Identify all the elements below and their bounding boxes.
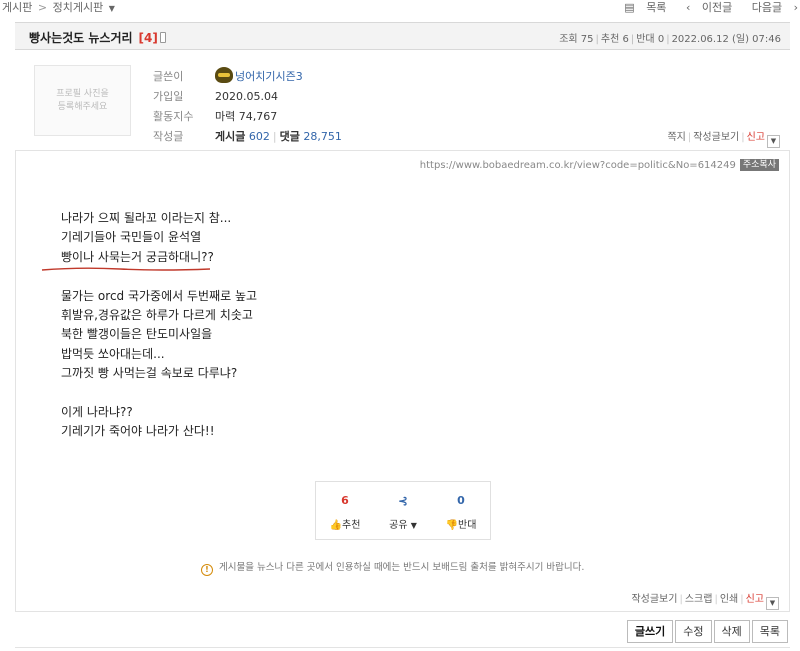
thumbs-up-icon: 👍 (329, 520, 343, 531)
message-link[interactable]: 쪽지 (667, 132, 685, 143)
post-stats: 조회 75 | 추천 6 | 반대 0 | 2022.06.12 (일) 07:46 (559, 34, 781, 45)
delete-button[interactable]: 삭제 (713, 620, 750, 643)
breadcrumb-bar: 게시판 > 정치게시판 ▼ ▤ 목록 ‹ 이전글 다음글 › (0, 0, 800, 14)
content-paragraph-1: 나라가 으찌 될라꼬 이라는지 참... 기레기들아 국민들이 윤석열 빵이나 … (61, 211, 232, 264)
chevron-right-icon: › (790, 1, 798, 14)
comment-count[interactable]: [4] (139, 31, 158, 45)
next-post-link[interactable]: 다음글 › (744, 1, 798, 14)
info-icon: ! (201, 564, 213, 576)
comments-count-link[interactable]: 28,751 (303, 130, 342, 143)
list-icon: ▤ (624, 1, 639, 14)
author-actions: 쪽지 | 작성글보기 | 신고 ▼ (667, 128, 780, 148)
recommend-count: 6 (341, 494, 349, 507)
post-navigation: ▤ 목록 ‹ 이전글 다음글 › (608, 0, 798, 15)
prev-post-link[interactable]: ‹ 이전글 (678, 1, 732, 14)
thumbs-down-icon: 👎 (445, 520, 459, 531)
posts-label: 작성글 (153, 130, 184, 143)
handwritten-underline (41, 267, 211, 271)
view-posts-link[interactable]: 작성글보기 (631, 594, 677, 605)
recommend-count: 추천 6 (600, 34, 629, 45)
post-footer-actions: 작성글보기 | 스크랩 | 인쇄 | 신고 ▼ (631, 590, 779, 610)
list-link[interactable]: ▤ 목록 (616, 1, 666, 14)
post-body: https://www.bobaedream.co.kr/view?code=p… (15, 151, 790, 611)
report-link[interactable]: 신고 (747, 132, 765, 143)
post-url: https://www.bobaedream.co.kr/view?code=p… (420, 159, 779, 171)
view-count: 조회 75 (559, 34, 594, 45)
copy-url-button[interactable]: 주소복사 (739, 159, 779, 171)
joined-date: 2020.05.04 (215, 90, 278, 103)
oppose-count: 0 (457, 494, 465, 507)
chevron-left-icon: ‹ (685, 1, 694, 14)
copyright-notice: ! 게시물을 뉴스나 다른 곳에서 인용하실 때에는 반드시 보배드림 출처를 밝… (201, 559, 584, 576)
activity-label: 활동지수 (153, 110, 194, 123)
breadcrumb: 게시판 > 정치게시판 ▼ (2, 0, 115, 15)
writer-label: 글쓴이 (153, 70, 184, 83)
author-values: 넝어치기시즌3 2020.05.04 마력 74,767 게시글 602 | 댓글 … (215, 67, 342, 147)
oppose-count: 반대 0 (636, 34, 665, 45)
write-button[interactable]: 글쓰기 (626, 620, 674, 643)
post-datetime: 2022.06.12 (일) 07:46 (671, 34, 781, 45)
breadcrumb-separator: > (37, 1, 48, 14)
list-button[interactable]: 목록 (751, 620, 788, 643)
chevron-down-icon[interactable]: ▼ (767, 135, 780, 148)
divider (15, 611, 790, 612)
post-buttons: 글쓰기 수정 삭제 목록 (625, 620, 788, 643)
content-paragraph-2: 물가는 orcd 국가중에서 두번째로 높고 휘발유,경유값은 하루가 다르게 … (61, 288, 258, 381)
profile-photo-placeholder: 프로필 사진을 등록해주세요 (34, 65, 131, 136)
posts-count: 게시글 602 | 댓글 28,751 (215, 130, 342, 143)
print-link[interactable]: 인쇄 (720, 594, 738, 605)
post-content: 나라가 으찌 될라꼬 이라는지 참... 기레기들아 국민들이 윤석열 빵이나 … (61, 209, 257, 461)
post-header: 빵사는것도 뉴스거리 [4] 조회 75 | 추천 6 | 반대 0 | 2022.06.12… (15, 22, 790, 50)
share-button[interactable]: ⊰ 공유 ▼ (374, 482, 432, 539)
post-title-text: 빵사는것도 뉴스거리 (29, 31, 133, 45)
report-link[interactable]: 신고 (746, 594, 764, 605)
edit-button[interactable]: 수정 (675, 620, 712, 643)
recommend-button[interactable]: 6 👍추천 (316, 482, 374, 539)
author-nickname[interactable]: 넝어치기시즌3 (235, 70, 303, 83)
divider (15, 647, 790, 648)
mobile-icon (159, 32, 166, 43)
activity-value: 마력 74,767 (215, 110, 278, 123)
post-title: 빵사는것도 뉴스거리 [4] (29, 29, 166, 46)
vote-box: 6 👍추천 ⊰ 공유 ▼ 0 👎반대 (315, 481, 491, 540)
user-level-icon (215, 67, 233, 83)
oppose-button[interactable]: 0 👎반대 (432, 482, 490, 539)
joined-label: 가입일 (153, 90, 184, 103)
post-url-text: https://www.bobaedream.co.kr/view?code=p… (419, 160, 736, 171)
scrap-link[interactable]: 스크랩 (685, 594, 713, 605)
posts-count-link[interactable]: 602 (249, 130, 270, 143)
breadcrumb-root[interactable]: 게시판 (2, 1, 32, 14)
chevron-down-icon[interactable]: ▼ (766, 597, 779, 610)
author-info: 프로필 사진을 등록해주세요 글쓴이 가입일 활동지수 작성글 넝어치기시즌3 … (15, 50, 790, 151)
content-paragraph-3: 이게 나라냐?? 기레기가 죽어야 나라가 산다!! (61, 405, 215, 439)
breadcrumb-current[interactable]: 정치게시판 (53, 1, 104, 14)
chevron-down-icon: ▼ (410, 521, 417, 530)
chevron-down-icon[interactable]: ▼ (109, 4, 115, 13)
author-labels: 글쓴이 가입일 활동지수 작성글 (153, 67, 193, 147)
share-icon: ⊰ (397, 494, 409, 508)
author-nickname-row[interactable]: 넝어치기시즌3 (215, 67, 342, 87)
view-posts-link[interactable]: 작성글보기 (693, 132, 739, 143)
